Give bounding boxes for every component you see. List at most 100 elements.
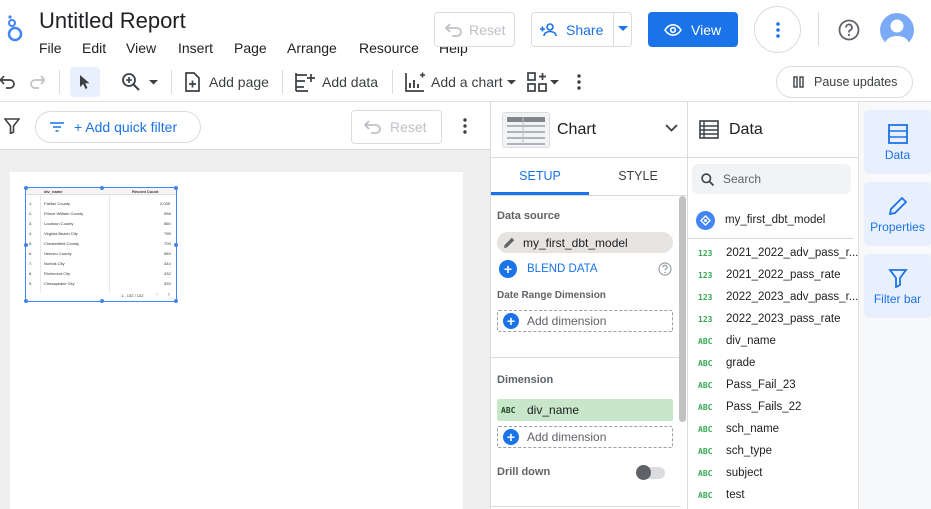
row-div-name: Chesterfield County [44, 241, 80, 246]
add-date-dimension-button[interactable]: + Add dimension [497, 310, 673, 332]
row-div-name: Prince William County [44, 211, 84, 216]
avatar[interactable] [880, 13, 914, 47]
field-item[interactable]: 123 2021_2022_pass_rate [698, 264, 840, 286]
chart-type-table-icon[interactable] [502, 112, 550, 148]
zoom-dropdown-icon [149, 79, 158, 85]
add-dimension-button[interactable]: + Add dimension [497, 426, 673, 448]
menu-resource[interactable]: Resource [359, 40, 419, 56]
table-header-div-name[interactable]: div_name [44, 189, 62, 194]
select-tool-button[interactable] [70, 67, 100, 97]
next-page-icon[interactable]: › [168, 292, 170, 298]
add-page-button[interactable]: Add page [184, 70, 269, 94]
report-page[interactable]: div_name Record Count 1. Fairfax County … [10, 172, 463, 509]
data-table-icon [699, 120, 719, 139]
table-pagination: 1 - 132 / 132 [121, 293, 144, 298]
chart-panel-scrollbar[interactable] [679, 196, 686, 422]
share-button[interactable]: Share [531, 12, 632, 47]
view-button[interactable]: View [648, 12, 738, 47]
field-item[interactable]: ABC sch_type [698, 440, 772, 462]
undo-icon[interactable] [0, 70, 16, 94]
data-source-icon [696, 210, 715, 230]
menu-view[interactable]: View [126, 40, 156, 56]
field-item[interactable]: 123 2022_2023_adv_pass_r... [698, 286, 858, 308]
blend-data-button[interactable]: + BLEND DATA [499, 260, 598, 278]
drill-down-label: Drill down [497, 466, 551, 478]
rail-filter-bar-button[interactable]: Filter bar [864, 254, 931, 318]
filter-bar-more-icon[interactable] [463, 118, 467, 134]
table-header-record-count[interactable]: Record Count [132, 189, 158, 194]
prev-page-icon[interactable]: ‹ [156, 292, 158, 298]
dimension-chip[interactable]: ABC div_name [497, 399, 673, 421]
add-quick-filter-button[interactable]: + Add quick filter [35, 111, 201, 143]
add-chart-button[interactable]: Add a chart [405, 70, 516, 94]
field-type-badge: 123 [698, 270, 713, 280]
help-icon[interactable] [838, 19, 860, 41]
field-type-badge: ABC [698, 380, 713, 390]
looker-studio-logo-icon[interactable] [4, 14, 24, 44]
rail-data-button[interactable]: Data [864, 110, 931, 174]
field-name: 2021_2022_pass_rate [726, 269, 841, 281]
field-type-badge: ABC [698, 446, 713, 456]
more-vert-icon [775, 21, 780, 38]
data-search-input[interactable]: Search [692, 164, 851, 194]
more-options-button[interactable] [754, 6, 801, 53]
pause-updates-label: Pause updates [814, 75, 898, 89]
field-name: 2022_2023_pass_rate [726, 313, 841, 325]
row-index: 4. [29, 231, 33, 236]
share-dropdown-icon[interactable] [618, 26, 628, 32]
toolbar-more-icon[interactable] [577, 70, 581, 94]
tab-setup-label: SETUP [519, 169, 561, 183]
row-div-name: Virginia Beach City [44, 231, 78, 236]
field-item[interactable]: ABC test [698, 484, 745, 506]
field-item[interactable]: ABC div_name [698, 330, 776, 352]
chart-type-dropdown-icon[interactable] [665, 124, 678, 132]
field-item[interactable]: 123 2021_2022_adv_pass_r... [698, 242, 858, 264]
data-source-chip[interactable]: my_first_dbt_model [497, 232, 673, 253]
controls-dropdown-icon [550, 79, 559, 85]
reset-button[interactable]: Reset [434, 12, 515, 47]
eye-icon [664, 23, 682, 36]
tab-style[interactable]: STYLE [589, 158, 687, 194]
table-chart[interactable]: div_name Record Count 1. Fairfax County … [24, 186, 178, 303]
menu-file[interactable]: File [39, 40, 62, 56]
report-title[interactable]: Untitled Report [39, 8, 186, 34]
add-data-button[interactable]: Add data [295, 70, 378, 94]
blend-help-icon[interactable] [658, 262, 672, 276]
drill-down-toggle[interactable] [636, 465, 665, 480]
redo-icon[interactable] [29, 70, 45, 94]
field-type-badge: 123 [698, 292, 713, 302]
edit-pencil-icon[interactable] [503, 237, 515, 249]
zoom-button[interactable] [121, 70, 158, 94]
row-record-count: 860 [164, 221, 171, 226]
pause-updates-button[interactable]: Pause updates [776, 66, 913, 98]
undo-reset-icon [445, 22, 463, 37]
data-source-label: my_first_dbt_model [725, 214, 826, 226]
rail-properties-button[interactable]: Properties [864, 182, 931, 246]
row-record-count: 2,039 [160, 201, 171, 206]
add-control-button[interactable] [527, 70, 559, 94]
menu-insert[interactable]: Insert [178, 40, 213, 56]
field-item[interactable]: ABC Pass_Fails_22 [698, 396, 801, 418]
row-record-count: 444 [164, 261, 171, 266]
data-source-item[interactable]: my_first_dbt_model [696, 210, 825, 230]
date-range-label: Date Range Dimension [497, 290, 606, 301]
field-item[interactable]: ABC subject [698, 462, 762, 484]
field-item[interactable]: 123 2022_2023_pass_rate [698, 308, 840, 330]
add-dimension-label: Add dimension [527, 314, 607, 328]
dimension-type-badge: ABC [501, 405, 516, 415]
filter-list-icon [50, 122, 64, 132]
add-quick-filter-label: + Add quick filter [74, 119, 178, 135]
tab-setup[interactable]: SETUP [491, 158, 589, 194]
filter-reset-button[interactable]: Reset [351, 110, 442, 144]
menu-edit[interactable]: Edit [82, 40, 106, 56]
field-item[interactable]: ABC grade [698, 352, 755, 374]
menu-arrange[interactable]: Arrange [287, 40, 337, 56]
filter-bar: + Add quick filter Reset [0, 102, 490, 150]
add-data-icon [295, 72, 316, 92]
filter-icon[interactable] [4, 118, 20, 134]
menu-page[interactable]: Page [234, 40, 267, 56]
field-item[interactable]: ABC sch_name [698, 418, 779, 440]
row-index: 8. [29, 271, 33, 276]
chart-panel-title: Chart [557, 121, 597, 138]
field-item[interactable]: ABC Pass_Fail_23 [698, 374, 796, 396]
